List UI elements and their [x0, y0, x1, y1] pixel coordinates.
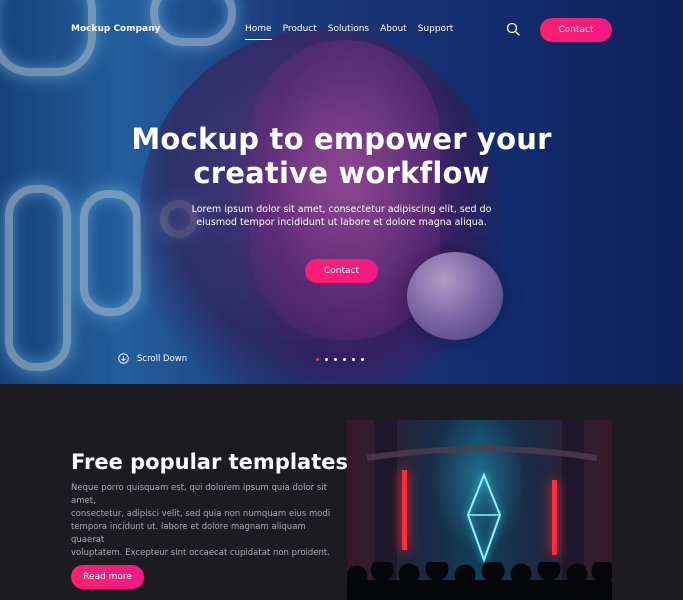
nav-menu: Home Product Solutions About Support	[245, 24, 453, 40]
slider-dot[interactable]	[361, 358, 364, 361]
hero-section: Mockup Company Home Product Solutions Ab…	[0, 0, 683, 384]
hero-contact-button[interactable]: Contact	[305, 259, 378, 283]
slider-dot[interactable]	[334, 358, 337, 361]
nav-link-solutions[interactable]: Solutions	[328, 24, 369, 40]
hero-subheadline: Lorem ipsum dolor sit amet, consectetur …	[191, 204, 492, 228]
scroll-down-label: Scroll Down	[137, 353, 188, 364]
nav-link-support[interactable]: Support	[418, 24, 454, 40]
slider-dot[interactable]	[343, 358, 346, 361]
arrow-down-circle-icon	[118, 353, 129, 364]
scroll-down-link[interactable]: Scroll Down	[118, 353, 187, 364]
brand-logo[interactable]: Mockup Company	[71, 24, 160, 34]
slider-dot[interactable]	[325, 358, 328, 361]
top-navigation: Mockup Company Home Product Solutions Ab…	[0, 0, 683, 60]
slider-dots	[316, 358, 364, 361]
feature-body: Neque porro quisquam est, qui dolorem ip…	[71, 483, 331, 558]
search-icon[interactable]	[506, 22, 520, 36]
slider-dot[interactable]	[352, 358, 355, 361]
read-more-button[interactable]: Read more	[71, 565, 144, 589]
slider-dot[interactable]	[316, 358, 319, 361]
nav-link-product[interactable]: Product	[283, 24, 317, 40]
hero-headline: Mockup to empower your creative workflow	[131, 122, 552, 190]
crowd-silhouette	[347, 562, 612, 600]
feature-title: Free popular templates	[71, 450, 348, 474]
nav-link-home[interactable]: Home	[245, 24, 272, 40]
nav-contact-button[interactable]: Contact	[540, 18, 612, 42]
concert-image	[347, 420, 612, 600]
nav-link-about[interactable]: About	[380, 24, 407, 40]
